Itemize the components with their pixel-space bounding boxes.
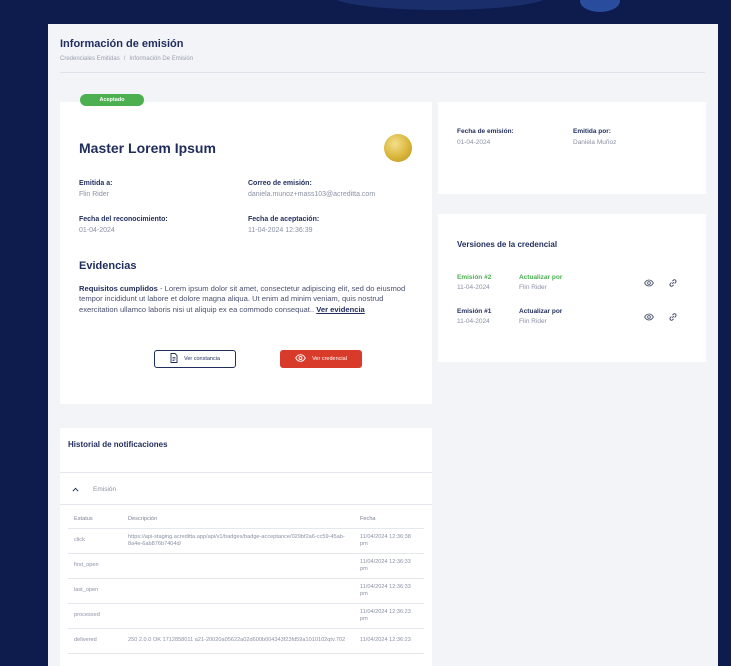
view-credential-label: Ver credencial [312,356,347,362]
emission-date-label: Fecha de emisión: [457,128,514,135]
version-2-date: 11-04-2024 [457,284,490,291]
column-header-description: Descripción [122,512,354,529]
version-1-updated-by: Flin Rider [519,318,547,325]
chevron-up-icon [72,487,79,492]
table-row: delivered 250 2.0.0 OK 1712858011 a21-20… [68,628,424,654]
cell-status: delivered [68,628,122,654]
version-2-label[interactable]: Emisión #2 [457,274,491,281]
evidence-heading: Evidencias [79,260,137,272]
evidence-text: Requisitos cumplidos - Lorem ipsum dolor… [79,284,417,315]
accept-date-label: Fecha de aceptación: [248,216,320,223]
table-row: first_open 11/04/2024 12:36:33 pm [68,553,424,579]
history-title: Historial de notificaciones [68,440,168,449]
cell-description [122,578,354,604]
view-certificate-label: Ver constancia [183,356,221,362]
table-row: processed 11/04/2024 12:36:23 pm [68,603,424,629]
cell-status: click [68,528,122,554]
issued-by-value: Daniela Muñoz [573,139,617,146]
breadcrumb-item-issued[interactable]: Credenciales Emitidas [60,56,120,62]
breadcrumb: Credenciales Emitidas / Información De Emi… [60,56,193,62]
document-icon [170,353,178,365]
cell-description [122,553,354,579]
history-table: Estatus Descripción Fecha click https://… [68,512,424,654]
link-icon[interactable] [668,278,678,288]
requirements-label: Requisitos cumplidos [79,284,158,293]
table-header-row: Estatus Descripción Fecha [68,512,424,529]
cell-status: first_open [68,553,122,579]
email-label: Correo de emisión: [248,180,312,187]
cell-date: 11/04/2024 12:36:38 pm [354,528,424,554]
background-shape [580,0,620,12]
link-icon[interactable] [668,312,678,322]
emission-date-value: 01-04-2024 [457,139,491,146]
issued-to-label: Emitida a: [79,180,113,187]
breadcrumb-separator: / [123,56,126,62]
eye-icon[interactable] [644,278,654,288]
email-value: daniela.munoz+mass103@acreditta.com [248,191,376,198]
view-certificate-button[interactable]: Ver constancia [154,350,236,368]
credential-card: Master Lorem Ipsum Emitida a: Flin Rider… [60,102,432,404]
version-1-updated-label: Actualizar por [519,308,563,315]
cell-date: 11/04/2024 12:36:33 pm [354,553,424,579]
background-shape [330,0,550,10]
column-header-status: Estatus [68,512,122,529]
accordion-label: Emisión [93,486,117,493]
recognition-date-value: 01-04-2024 [79,227,115,234]
credential-title: Master Lorem Ipsum [79,140,216,156]
eye-icon[interactable] [644,312,654,322]
version-2-updated-by: Flin Rider [519,284,547,291]
divider [60,504,432,505]
view-evidence-link[interactable]: Ver evidencia [316,305,365,314]
cell-description: https://api-staging.acreditta.app/api/v1… [122,528,354,554]
view-credential-button[interactable]: Ver credencial [280,350,362,368]
version-1-label[interactable]: Emisión #1 [457,308,491,315]
version-1-date: 11-04-2024 [457,318,490,325]
versions-card: Versiones de la credencial Emisión #2 11… [438,214,706,362]
emission-info-card: Fecha de emisión: 01-04-2024 Emitida por… [438,102,706,194]
versions-title: Versiones de la credencial [457,240,558,249]
breadcrumb-item-current: Información De Emisión [129,56,194,62]
cell-description: 250 2.0.0 OK 1712858011 a21-20020a05622a… [122,628,354,654]
issued-to-value: Flin Rider [79,191,109,198]
cell-date: 11/04/2024 12:36:23 pm [354,603,424,629]
badge-medal-icon [384,134,412,162]
issued-by-label: Emitida por: [573,128,611,135]
recognition-date-label: Fecha del reconocimiento: [79,216,168,223]
table-row: last_open 11/04/2024 12:36:33 pm [68,578,424,604]
column-header-date: Fecha [354,512,424,529]
emission-accordion-header[interactable]: Emisión [72,486,116,493]
cell-status: processed [68,603,122,629]
cell-date: 11/04/2024 12:36:33 pm [354,578,424,604]
divider [60,472,432,473]
divider [60,72,705,73]
main-panel: Información de emisión Credenciales Emit… [48,24,718,666]
status-badge: Aceptado [80,94,144,106]
eye-icon [295,354,306,364]
accept-date-value: 11-04-2024 12:36:39 [248,227,313,234]
cell-description [122,603,354,629]
table-row: click https://api-staging.acreditta.app/… [68,528,424,554]
page-title: Información de emisión [60,38,184,50]
notification-history-card: Historial de notificaciones Emisión Esta… [60,428,432,666]
version-2-updated-label: Actualizar por [519,274,563,281]
cell-date: 11/04/2024 12:36:23 [354,628,424,654]
cell-status: last_open [68,578,122,604]
